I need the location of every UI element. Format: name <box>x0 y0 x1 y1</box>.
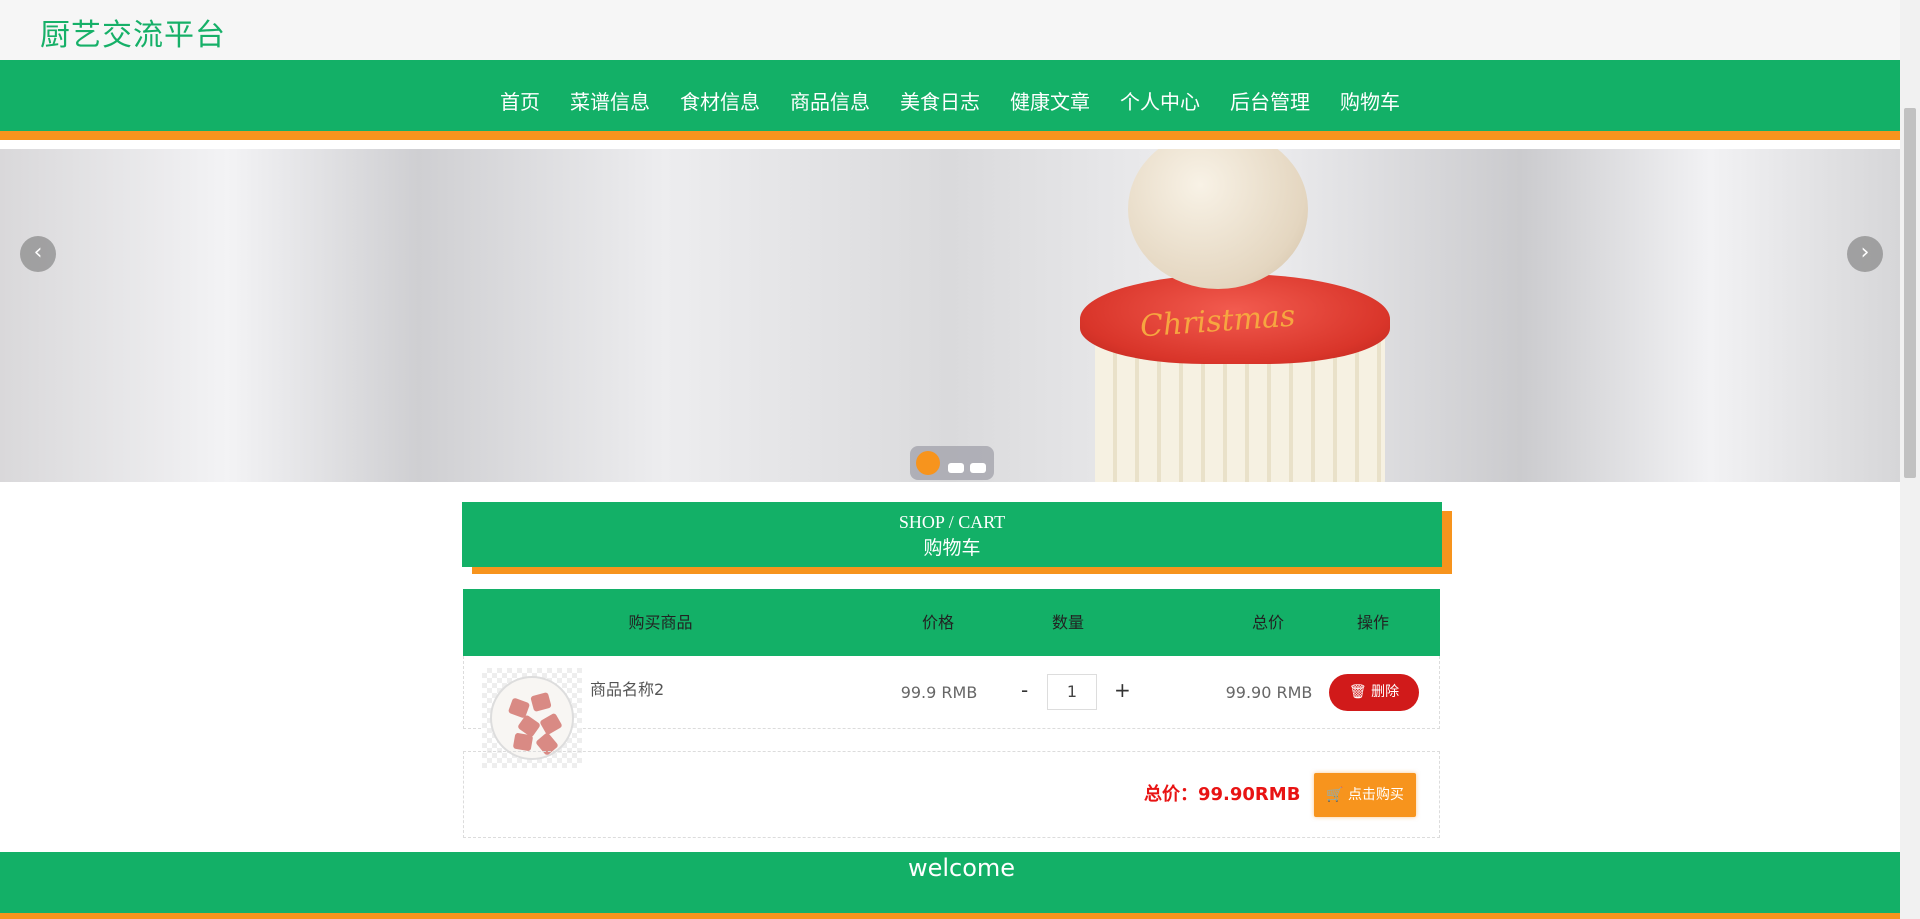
footer: welcome <box>0 852 1900 919</box>
row-total: 99.90 RMB <box>1225 683 1313 702</box>
column-header-price: 价格 <box>921 613 954 632</box>
nav-item-home[interactable]: 首页 <box>485 86 555 115</box>
nav-item-cart[interactable]: 购物车 <box>1325 86 1415 115</box>
column-header-quantity: 数量 <box>1051 613 1084 632</box>
nav-item-food-diary[interactable]: 美食日志 <box>885 86 995 115</box>
nav-item-recipes[interactable]: 菜谱信息 <box>555 86 665 115</box>
buy-button-label: 点击购买 <box>1347 787 1404 803</box>
cart-table-header: 购买商品 价格 数量 总价 操作 <box>463 589 1440 656</box>
chevron-left-icon: ‹ <box>33 240 43 265</box>
delete-button-label: 删除 <box>1371 684 1400 700</box>
section-title-en: SHOP / CART <box>898 512 1006 532</box>
buy-button[interactable]: 🛒 点击购买 <box>1314 773 1416 817</box>
footer-text: welcome <box>907 854 1016 882</box>
quantity-increase-button[interactable]: + <box>1114 678 1131 702</box>
delete-button[interactable]: 🗑 删除 <box>1329 674 1419 711</box>
product-price: 99.9 RMB <box>900 683 978 702</box>
cart-row: 商品名称2 99.9 RMB - 1 + 99.90 RMB 🗑 删除 <box>463 656 1440 768</box>
page-scrollbar[interactable] <box>1900 0 1920 919</box>
nav-item-personal-center[interactable]: 个人中心 <box>1105 86 1215 115</box>
product-image-plate <box>490 676 574 760</box>
carousel-prev-button[interactable]: ‹ <box>20 236 56 272</box>
column-header-product: 购买商品 <box>628 613 693 632</box>
nav-item-products[interactable]: 商品信息 <box>775 86 885 115</box>
nav-item-ingredients[interactable]: 食材信息 <box>665 86 775 115</box>
quantity-input[interactable]: 1 <box>1047 674 1097 710</box>
cart-icon: 🛒 <box>1326 787 1344 803</box>
section-title: SHOP / CART 购物车 <box>462 502 1442 567</box>
column-header-total: 总价 <box>1251 613 1284 632</box>
top-bar: 厨艺交流平台 <box>0 0 1900 60</box>
carousel-dot-3[interactable] <box>970 463 986 473</box>
carousel-next-button[interactable]: › <box>1847 236 1883 272</box>
column-header-actions: 操作 <box>1356 613 1389 632</box>
page: 厨艺交流平台 首页 菜谱信息 食材信息 商品信息 美食日志 健康文章 个人中心 … <box>0 0 1920 919</box>
cart-summary: 总价：99.90RMB 🛒 点击购买 <box>463 751 1440 838</box>
banner-carousel: Christmas ‹ › <box>0 149 1900 482</box>
quantity-decrease-button[interactable]: - <box>1021 678 1028 702</box>
product-name[interactable]: 商品名称2 <box>590 676 664 700</box>
main-nav: 首页 菜谱信息 食材信息 商品信息 美食日志 健康文章 个人中心 后台管理 购物… <box>0 60 1900 140</box>
scrollbar-thumb[interactable] <box>1904 108 1916 478</box>
cart-total: 总价：99.90RMB <box>1144 784 1301 805</box>
section-title-cn: 购物车 <box>923 537 981 559</box>
site-title[interactable]: 厨艺交流平台 <box>40 10 226 54</box>
nav-item-health-articles[interactable]: 健康文章 <box>995 86 1105 115</box>
banner-image-figurine <box>1128 149 1308 289</box>
chevron-right-icon: › <box>1860 240 1870 265</box>
carousel-dot-1[interactable] <box>916 451 940 475</box>
trash-icon: 🗑 <box>1348 684 1367 700</box>
carousel-dot-2[interactable] <box>948 463 964 473</box>
carousel-indicators <box>910 446 994 480</box>
nav-item-admin[interactable]: 后台管理 <box>1215 86 1325 115</box>
